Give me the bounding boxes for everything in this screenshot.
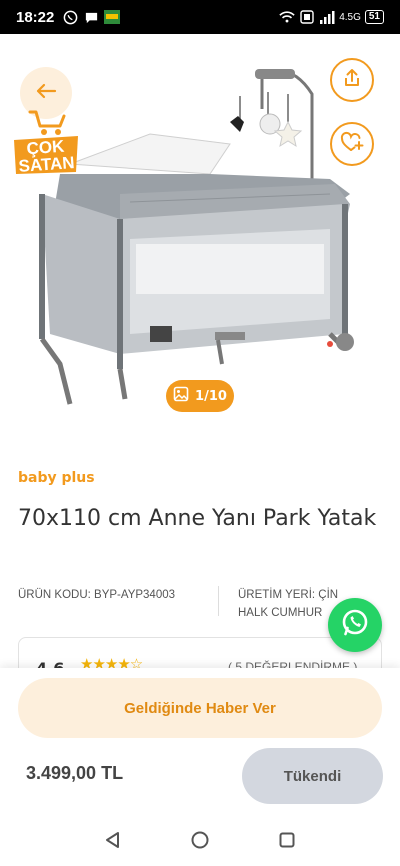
arrow-left-icon <box>35 83 57 103</box>
image-counter[interactable]: 1/10 <box>166 380 234 412</box>
nav-recents-button[interactable] <box>275 828 299 852</box>
triangle-back-icon <box>106 832 120 848</box>
signal-icon <box>319 9 335 25</box>
app-notification-icon <box>104 9 121 25</box>
sold-out-button[interactable]: Tükendi <box>242 748 383 804</box>
notification-icons <box>62 9 121 25</box>
whatsapp-notification-icon <box>62 9 78 25</box>
system-nav-bar <box>0 814 400 866</box>
status-right: 4.5G 51 <box>279 9 384 25</box>
nav-back-button[interactable] <box>101 828 125 852</box>
notify-when-available-button[interactable]: Geldiğinde Haber Ver <box>18 678 382 738</box>
product-title: 70x110 cm Anne Yanı Park Yatak <box>18 506 377 531</box>
product-gallery[interactable]: ÇOK SATAN 1/10 <box>0 34 400 434</box>
share-icon <box>341 67 363 93</box>
message-notification-icon <box>83 9 99 25</box>
brand-link[interactable]: baby plus <box>18 470 95 486</box>
square-recents-icon <box>279 832 295 848</box>
badge-line-2: SATAN <box>17 153 76 176</box>
heart-plus-icon <box>340 131 364 157</box>
add-to-favorites-button[interactable] <box>330 122 374 166</box>
best-seller-badge: ÇOK SATAN <box>12 106 80 176</box>
product-price: 3.499,00 TL <box>26 763 124 783</box>
network-type: 4.5G <box>339 11 361 23</box>
meta-divider <box>218 586 219 616</box>
image-counter-text: 1/10 <box>195 388 227 404</box>
status-bar: 18:22 4.5G 51 <box>0 0 400 34</box>
nav-home-button[interactable] <box>188 828 212 852</box>
whatsapp-button[interactable] <box>328 598 382 652</box>
image-icon <box>173 386 189 406</box>
whatsapp-icon <box>339 607 371 643</box>
volte-icon <box>299 9 315 25</box>
product-code: ÜRÜN KODU: BYP-AYP34003 <box>18 589 176 601</box>
status-time: 18:22 <box>16 8 55 26</box>
battery-indicator: 51 <box>364 10 384 24</box>
wifi-icon <box>279 9 295 25</box>
circle-home-icon <box>191 831 209 849</box>
share-button[interactable] <box>330 58 374 102</box>
